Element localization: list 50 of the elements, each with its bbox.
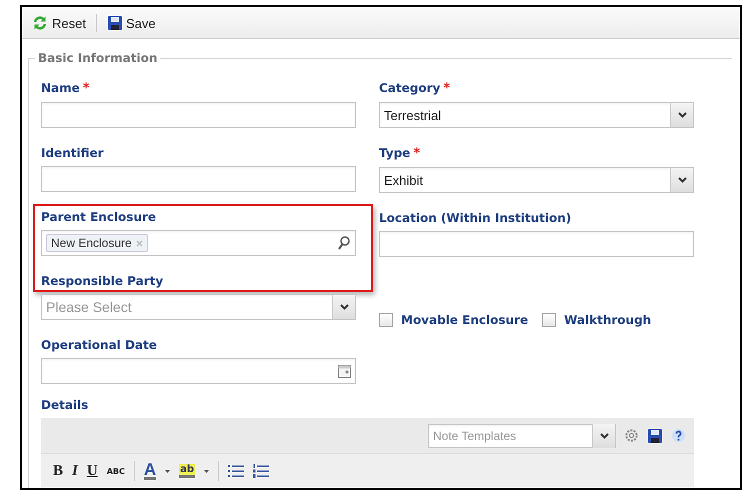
field-label: Location (Within Institution) <box>379 211 572 225</box>
field-label: Type <box>379 146 410 161</box>
dropdown-button[interactable] <box>332 295 355 319</box>
save-button[interactable]: Save <box>104 13 159 33</box>
required-asterisk: * <box>413 146 420 161</box>
dropdown-button[interactable] <box>670 168 693 192</box>
checkbox-label: Walkthrough <box>564 313 652 327</box>
checkbox[interactable] <box>542 313 556 327</box>
field-label: Responsible Party <box>41 274 164 288</box>
caret-icon[interactable] <box>165 470 170 472</box>
required-asterisk: * <box>443 81 450 96</box>
search-icon[interactable] <box>338 236 350 250</box>
reset-button[interactable]: Reset <box>28 12 89 34</box>
gear-icon[interactable] <box>624 428 639 443</box>
bold-button[interactable]: B <box>53 462 64 480</box>
numbered-list-icon[interactable] <box>253 464 270 478</box>
chevron-icon <box>678 177 686 183</box>
lookup-field[interactable]: New Enclosure <box>41 230 356 256</box>
date-field[interactable] <box>41 358 356 384</box>
checkbox[interactable] <box>379 313 393 327</box>
field-label: Name <box>41 81 80 96</box>
refresh-icon <box>31 14 49 32</box>
tag-chip[interactable]: New Enclosure <box>46 234 148 252</box>
chevron-icon <box>600 432 608 438</box>
section-title: Basic Information <box>37 51 158 65</box>
text-field[interactable] <box>379 231 694 257</box>
field-label: Operational Date <box>41 338 157 352</box>
dropdown-button[interactable] <box>592 424 615 448</box>
dropdown-button[interactable] <box>670 103 693 127</box>
bulleted-list-icon[interactable] <box>228 464 244 478</box>
font-color-button[interactable]: A <box>144 462 156 480</box>
chevron-icon <box>678 112 686 118</box>
checkbox-label: Movable Enclosure <box>401 313 528 327</box>
field-label: Parent Enclosure <box>41 210 156 224</box>
text-field[interactable] <box>41 102 356 128</box>
caret-icon[interactable] <box>204 470 210 472</box>
field-label: Identifier <box>41 146 104 160</box>
field-label: Category <box>379 81 440 96</box>
chevron-icon <box>340 304 348 310</box>
highlight-button[interactable]: ab <box>179 464 196 478</box>
underline-button[interactable]: U <box>86 462 98 480</box>
strike-button[interactable]: ABC <box>106 466 125 476</box>
italic-button[interactable]: I <box>72 462 78 480</box>
select-field[interactable]: Terrestrial <box>379 102 694 128</box>
field-label: Details <box>41 398 88 412</box>
select-field[interactable]: Exhibit <box>379 167 694 193</box>
text-field[interactable] <box>41 166 356 192</box>
required-asterisk: * <box>82 81 90 96</box>
calendar-icon[interactable] <box>338 364 350 378</box>
help-icon[interactable] <box>671 428 686 443</box>
